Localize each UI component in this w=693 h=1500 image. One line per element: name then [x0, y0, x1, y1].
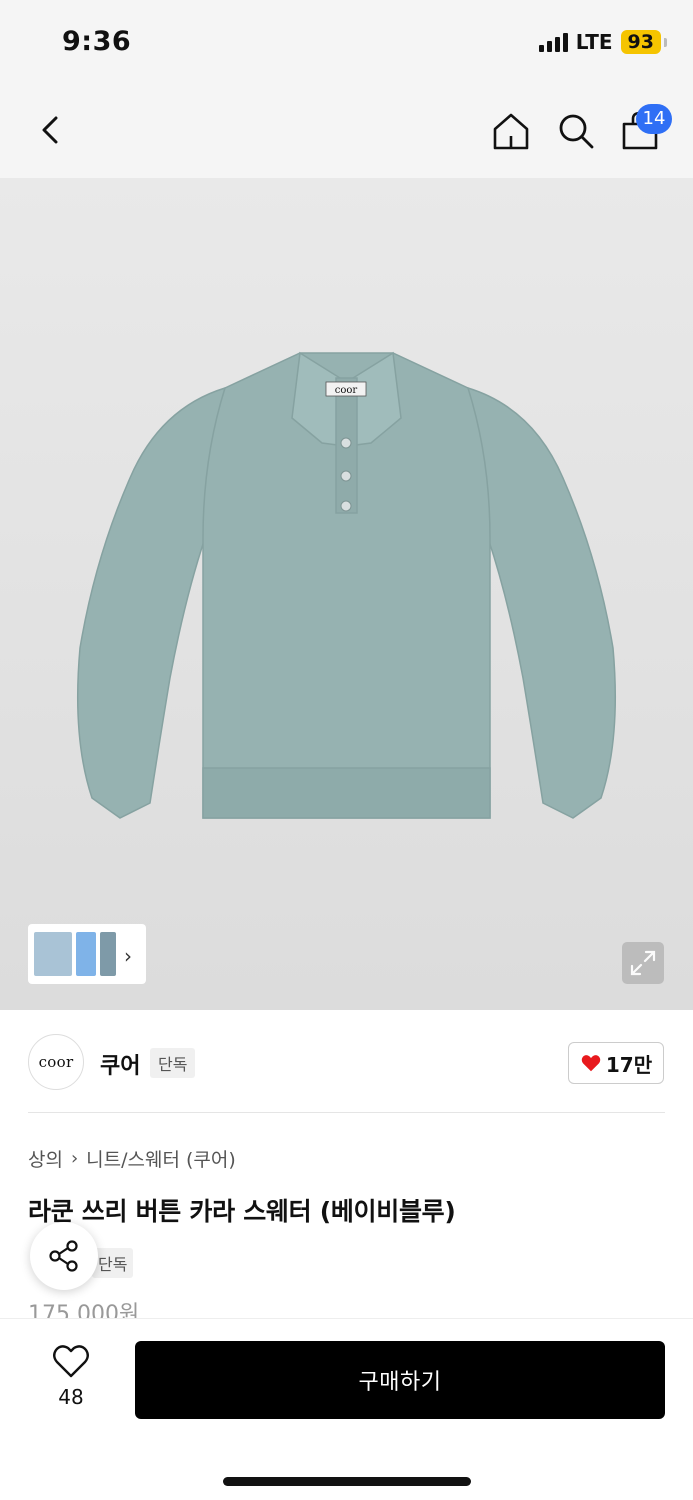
- sweater-label: coor: [335, 385, 358, 396]
- brand-like-button[interactable]: 17만: [568, 1042, 664, 1084]
- thumbnail-1[interactable]: [34, 932, 72, 976]
- chevron-right-icon: ›: [70, 1148, 79, 1169]
- status-bar: 9:36 LTE 93: [0, 0, 693, 88]
- chevron-right-icon[interactable]: ›: [124, 944, 132, 968]
- heart-filled-icon: [581, 1055, 601, 1072]
- product-price: 175,000원: [28, 1302, 140, 1318]
- status-indicators: LTE 93: [538, 30, 668, 54]
- network-type: LTE: [575, 30, 613, 54]
- search-icon[interactable]: [555, 110, 597, 152]
- wishlist-button[interactable]: 48: [40, 1343, 102, 1409]
- nav-bar: [0, 88, 693, 178]
- brand-logo[interactable]: coor: [28, 1034, 84, 1090]
- share-button[interactable]: [30, 1222, 98, 1290]
- buy-button[interactable]: 구매하기: [135, 1341, 665, 1419]
- price-container: 175,000원: [28, 1300, 228, 1318]
- home-icon[interactable]: [490, 110, 532, 152]
- brand-like-count: 17만: [605, 1052, 653, 1077]
- cart-count-badge: 14: [636, 104, 672, 134]
- chevron-left-icon[interactable]: [30, 108, 70, 152]
- battery-level: 93: [620, 30, 668, 54]
- breadcrumb-category[interactable]: 상의: [28, 1145, 63, 1172]
- divider: [28, 1112, 665, 1113]
- home-indicator: [223, 1477, 471, 1486]
- expand-image-button[interactable]: [622, 942, 664, 984]
- product-image[interactable]: coor: [0, 178, 693, 1010]
- product-title: 라쿤 쓰리 버튼 카라 스웨터 (베이비블루): [28, 1197, 456, 1226]
- status-time: 9:36: [62, 26, 132, 57]
- share-icon: [49, 1240, 78, 1272]
- signal-icon: [538, 32, 568, 52]
- brand-name[interactable]: 쿠어: [100, 1048, 140, 1080]
- heart-outline-icon: [53, 1345, 89, 1378]
- breadcrumb-subcategory[interactable]: 니트/스웨터 (쿠어): [86, 1145, 236, 1172]
- sweater-image: coor: [76, 351, 617, 819]
- bottom-action-bar: 48 구매하기: [0, 1318, 693, 1500]
- breadcrumb: 상의 › 니트/스웨터 (쿠어): [28, 1145, 236, 1172]
- expand-icon: [630, 950, 656, 976]
- brand-row: coor 쿠어 단독 17만: [0, 1012, 693, 1112]
- thumbnail-3[interactable]: [100, 932, 116, 976]
- wishlist-count: 48: [58, 1385, 84, 1409]
- thumbnail-2[interactable]: [76, 932, 96, 976]
- exclusive-badge: 단독: [150, 1048, 196, 1078]
- exclusive-badge: 단독: [92, 1248, 134, 1278]
